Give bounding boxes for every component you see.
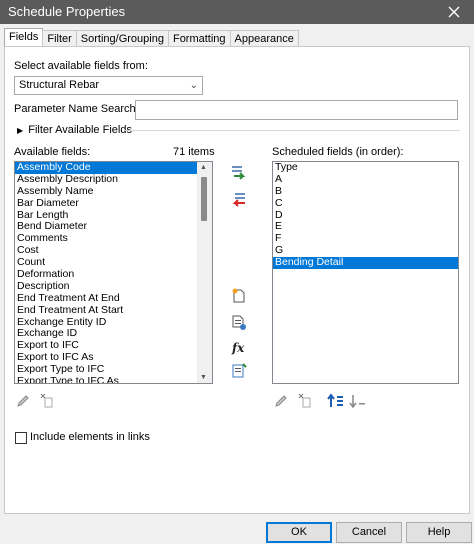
close-icon (448, 6, 460, 18)
delete-scheduled-button[interactable] (296, 392, 314, 410)
scheduled-field-item[interactable]: Bending Detail (273, 256, 458, 270)
move-down-button[interactable] (349, 392, 367, 410)
scheduled-field-item[interactable]: A (273, 173, 458, 186)
available-field-item[interactable]: Assembly Name (15, 185, 212, 198)
remove-parameter-button[interactable] (230, 190, 248, 208)
cancel-button[interactable]: Cancel (336, 522, 402, 543)
available-field-item[interactable]: Bar Diameter (15, 197, 212, 210)
fx-icon: fx (231, 341, 245, 355)
svg-text:fx: fx (231, 341, 245, 355)
tab-fields[interactable]: Fields (4, 28, 44, 47)
category-dropdown[interactable]: Structural Rebar ⌄ (14, 76, 203, 95)
delete-parameter-icon (298, 393, 311, 408)
close-button[interactable] (434, 0, 474, 24)
title-bar: Schedule Properties (0, 0, 474, 24)
tab-sorting-grouping[interactable]: Sorting/Grouping (75, 30, 169, 47)
window-title: Schedule Properties (8, 4, 126, 19)
available-field-item[interactable]: Export Type to IFC As (15, 375, 212, 383)
tab-strip: Fields Filter Sorting/Grouping Formattin… (4, 28, 299, 47)
help-button[interactable]: Help (406, 522, 472, 543)
chevron-down-icon: ⌄ (189, 80, 198, 91)
tab-filter[interactable]: Filter (42, 30, 77, 47)
available-field-item[interactable]: Assembly Description (15, 173, 212, 186)
move-up-button[interactable] (327, 392, 345, 410)
scheduled-field-item[interactable]: D (273, 209, 458, 222)
ok-button[interactable]: OK (266, 522, 332, 543)
new-parameter-icon (232, 288, 245, 303)
pencil-icon (275, 395, 287, 407)
available-count: 71 items (173, 146, 215, 158)
available-field-item[interactable]: Description (15, 280, 212, 293)
add-arrow-icon (232, 166, 246, 180)
filter-available-toggle[interactable]: ▶ Filter Available Fields (17, 124, 132, 136)
edit-scheduled-button[interactable] (272, 392, 290, 410)
include-links-checkbox[interactable] (15, 432, 27, 444)
category-dropdown-value: Structural Rebar (19, 79, 100, 91)
fields-panel: Select available fields from: Structural… (4, 46, 470, 514)
scheduled-field-item[interactable]: C (273, 197, 458, 210)
combine-parameters-icon (232, 315, 246, 330)
scheduled-field-item[interactable]: E (273, 221, 458, 233)
combine-parameters-button[interactable] (230, 314, 248, 332)
divider (125, 130, 460, 131)
available-fields-list[interactable]: Assembly Code Assembly Description Assembl… (14, 161, 213, 384)
delete-parameter-icon (40, 393, 53, 408)
available-field-item[interactable]: End Treatment At Start (15, 304, 212, 317)
remove-arrow-icon (232, 193, 245, 207)
edit-parameter-list-button[interactable] (230, 362, 248, 380)
new-parameter-button[interactable] (230, 287, 248, 305)
tab-appearance[interactable]: Appearance (229, 30, 299, 47)
scheduled-field-item[interactable]: Type (273, 162, 458, 174)
scroll-thumb[interactable] (201, 177, 207, 221)
available-field-item[interactable]: End Treatment At End (15, 292, 212, 305)
available-fields-label: Available fields: (14, 146, 91, 158)
filter-label: Filter Available Fields (28, 124, 132, 136)
calculated-value-button[interactable]: fx (230, 338, 248, 356)
tab-formatting[interactable]: Formatting (167, 30, 231, 47)
param-search-input[interactable] (135, 100, 458, 120)
edit-parameter-button[interactable] (14, 392, 32, 410)
scroll-down-icon[interactable]: ▼ (200, 374, 207, 381)
scheduled-fields-label: Scheduled fields (in order): (272, 146, 404, 158)
parameter-list-icon (232, 363, 247, 378)
scheduled-field-item[interactable]: B (273, 185, 458, 198)
scheduled-field-item[interactable]: F (273, 232, 458, 245)
available-field-item[interactable]: Comments (15, 232, 212, 245)
available-scrollbar[interactable]: ▲ ▼ (197, 162, 212, 383)
move-down-icon (349, 395, 365, 409)
pencil-icon (17, 395, 29, 407)
triangle-right-icon: ▶ (17, 126, 24, 135)
scroll-up-icon[interactable]: ▲ (200, 164, 207, 171)
scheduled-fields-list[interactable]: Type A B C D E F G Bending Detail (272, 161, 459, 384)
select-from-label: Select available fields from: (14, 60, 148, 72)
include-links-label: Include elements in links (30, 431, 150, 443)
move-up-icon (327, 393, 343, 407)
param-search-label: Parameter Name Search: (14, 103, 139, 115)
add-parameter-button[interactable] (230, 163, 248, 181)
delete-parameter-button[interactable] (38, 392, 56, 410)
